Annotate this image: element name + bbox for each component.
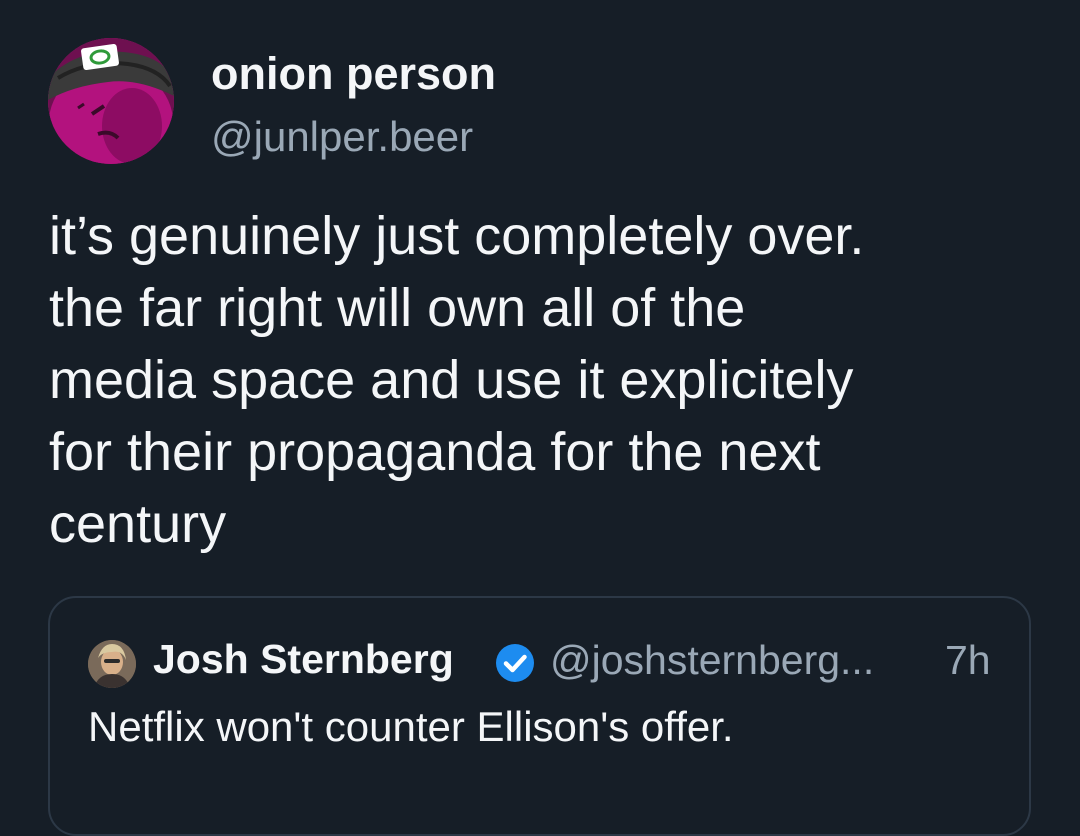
author-handle[interactable]: @junlper.beer: [211, 113, 473, 161]
author-display-name[interactable]: onion person: [211, 48, 496, 100]
quoted-author-display-name[interactable]: Josh Sternberg: [153, 636, 454, 683]
author-avatar[interactable]: [48, 38, 174, 164]
quoted-post-text: Netflix won't counter Ellison's offer.: [88, 703, 734, 750]
post-text-line: century: [49, 494, 227, 554]
onion-avatar-icon: [48, 38, 174, 164]
quoted-post-timestamp: 7h: [945, 637, 991, 683]
quoted-author-handle[interactable]: @joshsternberg...: [550, 637, 874, 684]
quoted-post-card[interactable]: Josh Sternberg @joshsternberg... 7h Netf…: [48, 596, 1031, 836]
verified-check-icon: [495, 643, 535, 683]
post-text: it’s genuinely just completely over. the…: [49, 200, 1039, 560]
post: onion person @junlper.beer it’s genuinel…: [0, 0, 1080, 836]
profile-photo-icon: [88, 640, 136, 688]
post-text-line: it’s genuinely just completely over.: [49, 206, 865, 266]
post-text-line: media space and use it explicitely: [49, 350, 854, 410]
quoted-author-avatar[interactable]: [88, 640, 136, 688]
post-text-line: for their propaganda for the next: [49, 422, 821, 482]
post-text-line: the far right will own all of the: [49, 278, 746, 338]
